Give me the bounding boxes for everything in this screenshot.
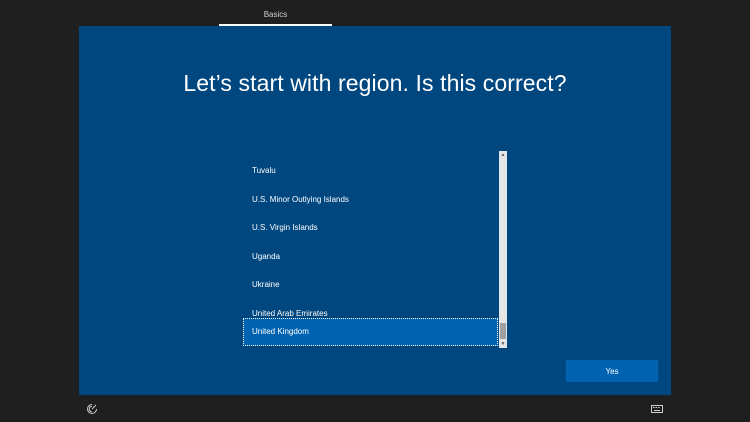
region-list-scrollbar[interactable]: ▲ ▼ (499, 151, 507, 348)
region-item-united-kingdom[interactable]: United Kingdom (243, 318, 498, 346)
chevron-up-icon[interactable]: ▲ (499, 151, 507, 159)
oobe-panel: Let’s start with region. Is this correct… (79, 26, 671, 395)
tab-basics[interactable]: Basics (219, 0, 332, 25)
yes-button[interactable]: Yes (566, 360, 658, 382)
region-item-us-virgin-islands[interactable]: U.S. Virgin Islands (243, 214, 498, 242)
ease-of-access-icon[interactable] (86, 403, 98, 415)
region-item-tuvalu[interactable]: Tuvalu (243, 157, 498, 185)
region-item-uganda[interactable]: Uganda (243, 243, 498, 271)
region-item-ukraine[interactable]: Ukraine (243, 271, 498, 299)
page-title: Let’s start with region. Is this correct… (183, 70, 567, 96)
region-list[interactable]: Tuvalu U.S. Minor Outlying Islands U.S. … (243, 151, 508, 348)
region-item-us-minor-outlying-islands[interactable]: U.S. Minor Outlying Islands (243, 186, 498, 214)
keyboard-icon[interactable] (651, 404, 663, 414)
scrollbar-thumb[interactable] (500, 323, 506, 339)
chevron-down-icon[interactable]: ▼ (499, 340, 507, 348)
